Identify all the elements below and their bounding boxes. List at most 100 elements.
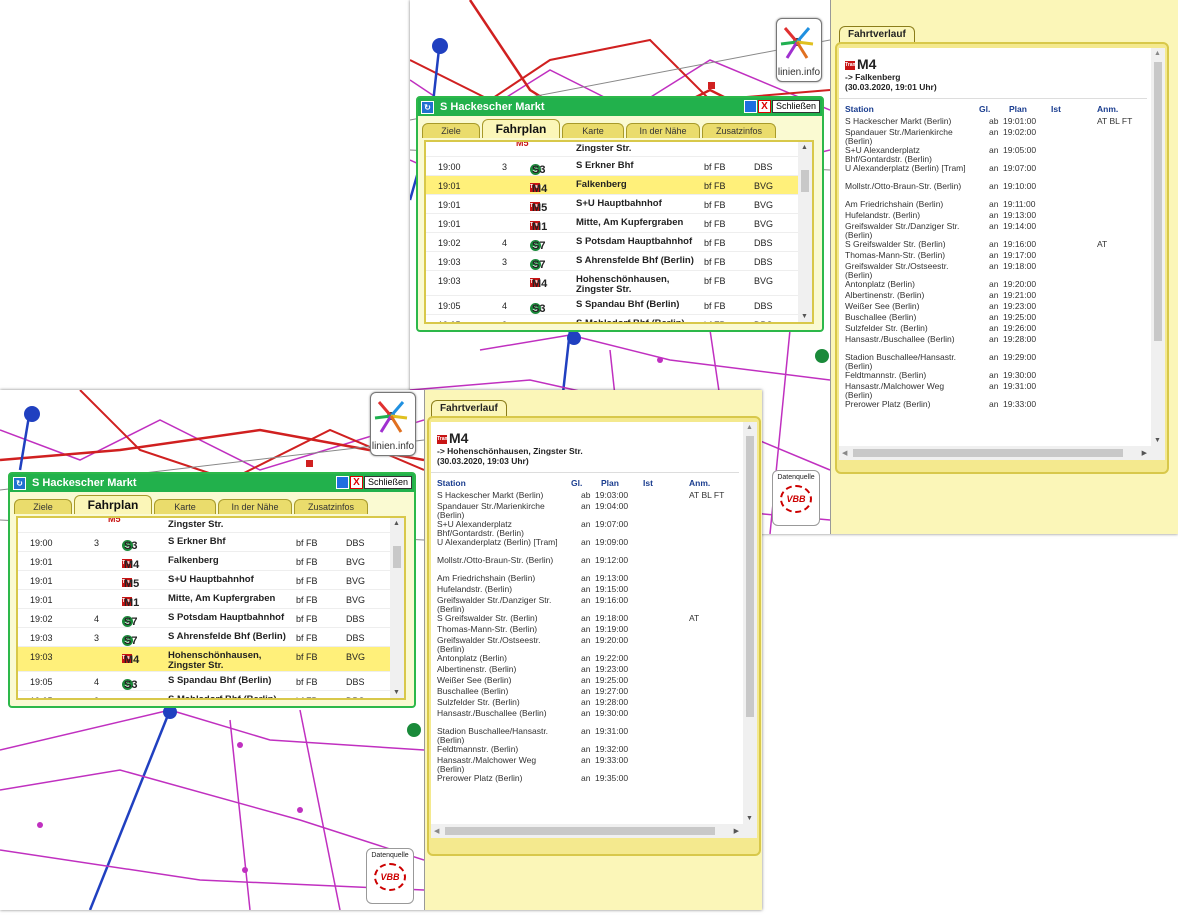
- linien-info-logo[interactable]: linien.info: [776, 18, 822, 82]
- departure-row[interactable]: 19:03 Tram M4 Hohenschönhausen, Zingster St…: [426, 271, 812, 296]
- departure-row[interactable]: 19:01 Tram M4 Falkenberg bf FB BVG: [426, 176, 812, 195]
- departure-row[interactable]: 19:05 4 S S3 S Spandau Bhf (Berlin) bf FB DBS: [426, 296, 812, 315]
- tab-fahrplan[interactable]: Fahrplan: [482, 119, 560, 138]
- departure-row[interactable]: 19:01 Tram M5 S+U Hauptbahnhof bf FB BVG: [18, 571, 404, 590]
- tab-fahrtverlauf[interactable]: Fahrtverlauf: [839, 26, 915, 43]
- departure-info: bf FB: [296, 576, 318, 586]
- departure-info: bf FB: [704, 200, 726, 210]
- route-frame: TramM4 -> Hohenschönhausen, Zingster Str.…: [427, 416, 761, 856]
- route-direction: -> Hohenschönhausen, Zingster Str.: [437, 446, 583, 456]
- departure-row[interactable]: 19:01 Tram M1 Mitte, Am Kupfergraben bf FB BV…: [18, 590, 404, 609]
- destination: Zingster Str.: [576, 143, 632, 154]
- scroll-up-icon[interactable]: ▲: [801, 144, 808, 151]
- tab-in-der-naehe[interactable]: In der Nähe: [626, 123, 700, 138]
- vertical-scrollbar[interactable]: ▲ ▼: [1151, 48, 1165, 446]
- close-icon[interactable]: X: [757, 100, 771, 113]
- maximize-icon[interactable]: [743, 100, 757, 113]
- tab-ziele[interactable]: Ziele: [14, 499, 72, 514]
- refresh-icon[interactable]: ↻: [13, 477, 26, 490]
- route-stop-row: Hansastr./Malchower Weg (Berlin) an 19:31:…: [839, 382, 1165, 400]
- linien-info-logo[interactable]: linien.info: [370, 392, 416, 456]
- tab-in-der-naehe[interactable]: In der Nähe: [218, 499, 292, 514]
- stop-station: Buschallee (Berlin): [437, 686, 509, 696]
- departure-row[interactable]: 19:05 3 SS5 S Mahlsdorf Bhf (Berlin) bf FB DB…: [426, 315, 812, 323]
- horizontal-scrollbar[interactable]: ◀ ▶: [839, 446, 1165, 460]
- tab-karte[interactable]: Karte: [154, 499, 216, 514]
- close-button[interactable]: Schließen: [771, 100, 820, 113]
- maximize-icon[interactable]: [335, 476, 349, 489]
- tab-zusatzinfos[interactable]: Zusatzinfos: [294, 499, 368, 514]
- close-icon[interactable]: X: [349, 476, 363, 489]
- scroll-down-icon[interactable]: ▼: [801, 313, 808, 320]
- destination: S Erkner Bhf: [576, 160, 634, 171]
- destination: S Ahrensfelde Bhf (Berlin): [576, 255, 694, 266]
- col-notes: Anm.: [1097, 104, 1119, 114]
- scroll-down-icon[interactable]: ▼: [1154, 437, 1161, 444]
- tab-zusatzinfos[interactable]: Zusatzinfos: [702, 123, 776, 138]
- network-icon: [780, 27, 814, 59]
- departure-row[interactable]: 19:05 3 SS5 S Mahlsdorf Bhf (Berlin) bf FB DB…: [18, 691, 404, 699]
- scrollbar-thumb[interactable]: [853, 449, 1123, 457]
- stop-station: Greifswalder Str./Ostseestr. (Berlin): [845, 261, 949, 280]
- col-actual: Ist: [1051, 104, 1061, 114]
- scrollbar-thumb[interactable]: [801, 170, 809, 192]
- stop-station: U Alexanderplatz (Berlin) [Tram]: [845, 163, 966, 173]
- departure-row[interactable]: 19:02 4 S S7 S Potsdam Hauptbahnhof bf FB DBS: [18, 609, 404, 628]
- horizontal-scrollbar[interactable]: ◀ ▶: [431, 824, 757, 838]
- departure-row-partial[interactable]: M5 Zingster Str.: [426, 142, 812, 157]
- departure-row[interactable]: 19:02 4 S S7 S Potsdam Hauptbahnhof bf FB DBS: [426, 233, 812, 252]
- stop-mode: an: [989, 301, 999, 311]
- departure-row[interactable]: 19:03 Tram M4 Hohenschönhausen, Zingster St…: [18, 647, 404, 672]
- stop-time: 19:10:00: [1003, 181, 1037, 191]
- line-name: S3: [124, 679, 138, 691]
- data-source-box[interactable]: Datenquelle VBB: [366, 848, 414, 904]
- departure-row[interactable]: 19:00 3 S S3 S Erkner Bhf bf FB DBS: [426, 157, 812, 176]
- logo-text: linien.info: [777, 67, 821, 78]
- departure-row[interactable]: 19:01 Tram M1 Mitte, Am Kupfergraben bf FB BV…: [426, 214, 812, 233]
- scroll-down-icon[interactable]: ▼: [393, 689, 400, 696]
- scrollbar[interactable]: ▲ ▼: [798, 142, 812, 322]
- departure-list[interactable]: M5 Zingster Str. 19:00 3 S S3 S Erkner Bhf bf F…: [16, 516, 406, 700]
- scroll-up-icon[interactable]: ▲: [746, 424, 753, 431]
- stop-mode: an: [581, 697, 591, 707]
- scrollbar[interactable]: ▲ ▼: [390, 518, 404, 698]
- tab-fahrplan[interactable]: Fahrplan: [74, 495, 152, 514]
- data-source-label: Datenquelle: [777, 474, 815, 481]
- data-source-box[interactable]: Datenquelle VBB: [772, 470, 820, 526]
- departure-row[interactable]: 19:03 3 S S7 S Ahrensfelde Bhf (Berlin) bf FB…: [18, 628, 404, 647]
- scroll-right-icon[interactable]: ▶: [734, 827, 739, 835]
- close-button[interactable]: Schließen: [363, 476, 412, 489]
- col-actual: Ist: [643, 478, 653, 488]
- departure-row[interactable]: 19:03 3 S S7 S Ahrensfelde Bhf (Berlin) bf FB…: [426, 252, 812, 271]
- stop-station: Hansastr./Buschallee (Berlin): [437, 708, 547, 718]
- scroll-left-icon[interactable]: ◀: [842, 449, 847, 457]
- scroll-up-icon[interactable]: ▲: [393, 520, 400, 527]
- tab-karte[interactable]: Karte: [562, 123, 624, 138]
- tab-fahrtverlauf[interactable]: Fahrtverlauf: [431, 400, 507, 417]
- departure-row[interactable]: 19:01 Tram M4 Falkenberg bf FB BVG: [18, 552, 404, 571]
- departure-row[interactable]: 19:05 4 S S3 S Spandau Bhf (Berlin) bf FB DBS: [18, 672, 404, 691]
- departure-row-partial[interactable]: M5 Zingster Str.: [18, 518, 404, 533]
- scroll-down-icon[interactable]: ▼: [746, 815, 753, 822]
- vertical-scrollbar[interactable]: ▲ ▼: [743, 422, 757, 824]
- departure-info: bf FB: [704, 181, 726, 191]
- refresh-icon[interactable]: ↻: [421, 101, 434, 114]
- scrollbar-thumb[interactable]: [393, 546, 401, 568]
- scroll-left-icon[interactable]: ◀: [434, 827, 439, 835]
- stop-station: Hufelandstr. (Berlin): [437, 584, 513, 594]
- departure-row[interactable]: 19:00 3 S S3 S Erkner Bhf bf FB DBS: [18, 533, 404, 552]
- route-stop-row: Greifswalder Str./Danziger Str. (Berlin)…: [839, 222, 1165, 240]
- scrollbar-thumb[interactable]: [746, 436, 754, 718]
- scrollbar-thumb[interactable]: [1154, 62, 1162, 341]
- stop-time: 19:02:00: [1003, 127, 1037, 137]
- departure-row[interactable]: 19:01 Tram M5 S+U Hauptbahnhof bf FB BVG: [426, 195, 812, 214]
- tab-ziele[interactable]: Ziele: [422, 123, 480, 138]
- scroll-up-icon[interactable]: ▲: [1154, 50, 1161, 57]
- scrollbar-thumb[interactable]: [445, 827, 715, 835]
- departure-list[interactable]: M5 Zingster Str. 19:00 3 S S3 S Erkner Bhf bf F…: [424, 140, 814, 324]
- stop-mode: an: [581, 664, 591, 674]
- operator: BVG: [754, 219, 774, 229]
- line-name: S7: [532, 259, 546, 271]
- stop-station: Greifswalder Str./Danziger Str. (Berlin): [437, 595, 552, 614]
- scroll-right-icon[interactable]: ▶: [1142, 449, 1147, 457]
